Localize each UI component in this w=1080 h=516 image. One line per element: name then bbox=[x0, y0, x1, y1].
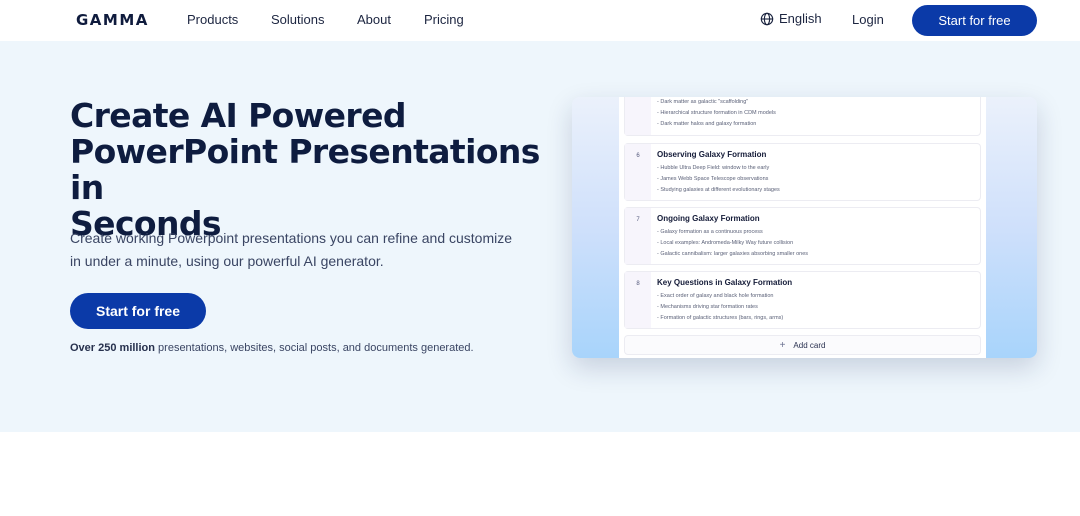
usage-stat: Over 250 million presentations, websites… bbox=[70, 342, 474, 354]
card-bullet: - Hierarchical structure formation in CD… bbox=[657, 110, 776, 116]
add-card-button[interactable]: + Add card bbox=[624, 335, 981, 355]
headline-line-2: PowerPoint Presentations in bbox=[70, 132, 540, 207]
language-label: English bbox=[779, 11, 822, 26]
card-number-gutter bbox=[625, 97, 651, 135]
add-card-label: Add card bbox=[793, 340, 826, 350]
nav-solutions[interactable]: Solutions bbox=[271, 12, 324, 27]
hero-start-free-button[interactable]: Start for free bbox=[70, 293, 206, 329]
card-bullet: - Hubble Ultra Deep Field: window to the… bbox=[657, 165, 770, 171]
card-bullet: - Dark matter as galactic "scaffolding" bbox=[657, 99, 749, 105]
card-number: 7 bbox=[625, 208, 651, 264]
outline-card-6[interactable]: 6 Observing Galaxy Formation - Hubble Ul… bbox=[624, 143, 981, 201]
hero-headline: Create AI Powered PowerPoint Presentatio… bbox=[70, 98, 550, 242]
globe-icon bbox=[760, 12, 774, 25]
hero-subtext: Create working Powerpoint presentations … bbox=[70, 227, 540, 273]
usage-stat-bold: Over 250 million bbox=[70, 342, 155, 354]
card-title: Ongoing Galaxy Formation bbox=[657, 214, 760, 223]
outline-card-partial: - Dark matter as galactic "scaffolding" … bbox=[624, 97, 981, 136]
card-number: 6 bbox=[625, 144, 651, 200]
top-nav: GAMMA Products Solutions About Pricing E… bbox=[0, 0, 1080, 41]
card-bullet: - Galactic cannibalism: larger galaxies … bbox=[657, 251, 809, 257]
card-bullet: - Formation of galactic structures (bars… bbox=[657, 315, 784, 321]
card-number: 8 bbox=[625, 272, 651, 328]
nav-about[interactable]: About bbox=[357, 12, 391, 27]
subtext-line-1: Create working Powerpoint presentations … bbox=[70, 230, 513, 246]
outline-card-7[interactable]: 7 Ongoing Galaxy Formation - Galaxy form… bbox=[624, 207, 981, 265]
headline-line-1: Create AI Powered bbox=[70, 96, 407, 135]
card-bullet: - Dark matter halos and galaxy formation bbox=[657, 121, 757, 127]
product-preview: - Dark matter as galactic "scaffolding" … bbox=[572, 97, 1037, 358]
language-selector[interactable]: English bbox=[760, 11, 822, 26]
card-bullet: - Local examples: Andromeda-Milky Way fu… bbox=[657, 240, 794, 246]
usage-stat-rest: presentations, websites, social posts, a… bbox=[154, 342, 474, 354]
gamma-logo[interactable]: GAMMA bbox=[76, 11, 149, 29]
card-bullet: - James Webb Space Telescope observation… bbox=[657, 176, 769, 182]
outline-card-8[interactable]: 8 Key Questions in Galaxy Formation - Ex… bbox=[624, 271, 981, 329]
card-title: Key Questions in Galaxy Formation bbox=[657, 278, 793, 287]
card-bullet: - Galaxy formation as a continuous proce… bbox=[657, 229, 763, 235]
card-bullet: - Exact order of galaxy and black hole f… bbox=[657, 293, 774, 299]
subtext-line-2: in under a minute, using our powerful AI… bbox=[70, 253, 384, 269]
nav-start-free-button[interactable]: Start for free bbox=[912, 5, 1037, 36]
card-title: Observing Galaxy Formation bbox=[657, 150, 767, 159]
plus-icon: + bbox=[779, 339, 786, 351]
nav-pricing[interactable]: Pricing bbox=[424, 12, 464, 27]
login-link[interactable]: Login bbox=[852, 12, 884, 27]
card-bullet: - Studying galaxies at different evoluti… bbox=[657, 187, 780, 193]
nav-products[interactable]: Products bbox=[187, 12, 238, 27]
card-bullet: - Mechanisms driving star formation rate… bbox=[657, 304, 758, 310]
outline-editor: - Dark matter as galactic "scaffolding" … bbox=[619, 97, 986, 358]
